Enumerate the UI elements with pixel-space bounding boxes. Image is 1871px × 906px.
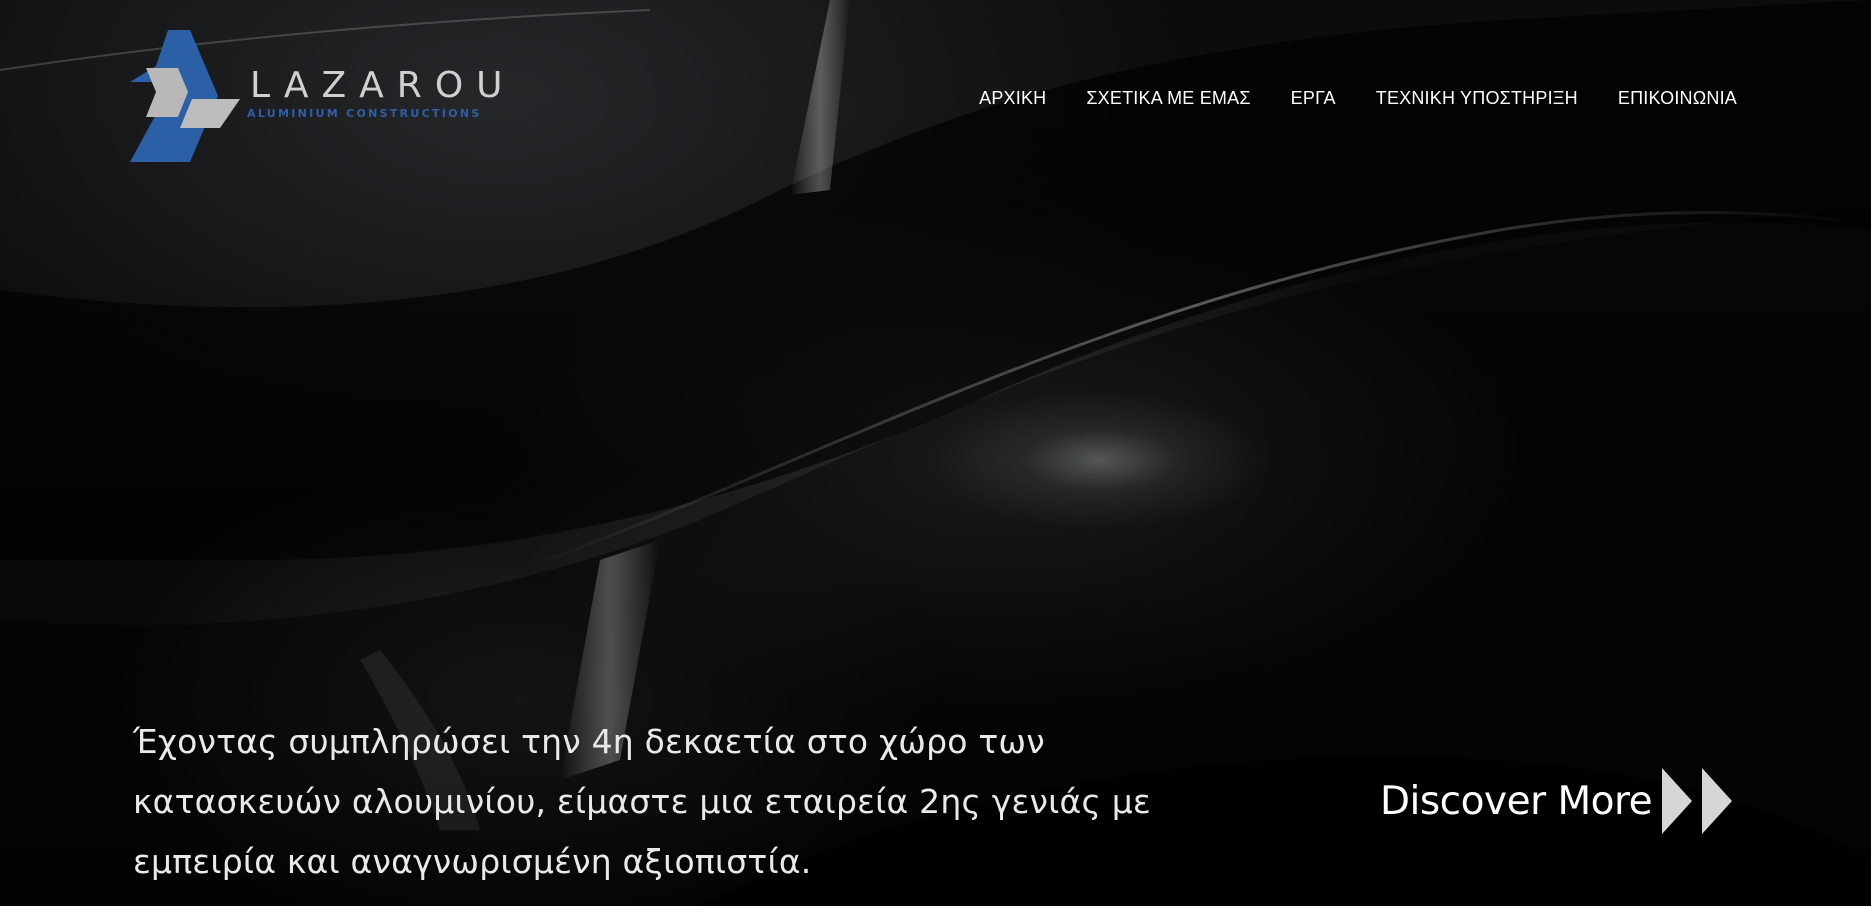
brand-logo-icon — [130, 30, 240, 162]
brand-name: LAZAROU — [250, 65, 516, 106]
nav-item-home: ΑΡΧΙΚΗ — [979, 88, 1046, 109]
nav-link-about[interactable]: ΣΧΕΤΙΚΑ ΜΕ ΕΜΑΣ — [1086, 88, 1250, 108]
nav-item-about: ΣΧΕΤΙΚΑ ΜΕ ΕΜΑΣ — [1086, 88, 1250, 109]
hero-intro-text: Έχοντας συμπληρώσει την 4η δεκαετία στο … — [133, 722, 1151, 881]
nav-item-support: ΤΕΧΝΙΚΗ ΥΠΟΣΤΗΡΙΞΗ — [1376, 88, 1578, 109]
nav-item-projects: ΕΡΓΑ — [1291, 88, 1336, 109]
discover-more-label: Discover More — [1380, 778, 1653, 824]
brand-tagline: ALUMINIUM CONSTRUCTIONS — [247, 107, 482, 120]
nav-link-contact[interactable]: ΕΠΙΚΟΙΝΩΝΙΑ — [1618, 88, 1737, 108]
hero-section: LAZAROU ALUMINIUM CONSTRUCTIONS ΑΡΧΙΚΗ Σ… — [0, 0, 1871, 906]
brand-logo-link[interactable]: LAZAROU ALUMINIUM CONSTRUCTIONS — [130, 30, 503, 162]
nav-link-support[interactable]: ΤΕΧΝΙΚΗ ΥΠΟΣΤΗΡΙΞΗ — [1376, 88, 1578, 108]
nav-link-home[interactable]: ΑΡΧΙΚΗ — [979, 88, 1046, 108]
discover-more-button[interactable]: Discover More — [1380, 768, 1738, 834]
double-chevron-right-icon — [1662, 768, 1733, 834]
nav-item-contact: ΕΠΙΚΟΙΝΩΝΙΑ — [1618, 88, 1737, 109]
nav-link-projects[interactable]: ΕΡΓΑ — [1291, 88, 1336, 108]
main-nav: ΑΡΧΙΚΗ ΣΧΕΤΙΚΑ ΜΕ ΕΜΑΣ ΕΡΓΑ ΤΕΧΝΙΚΗ ΥΠΟΣ… — [979, 88, 1737, 109]
